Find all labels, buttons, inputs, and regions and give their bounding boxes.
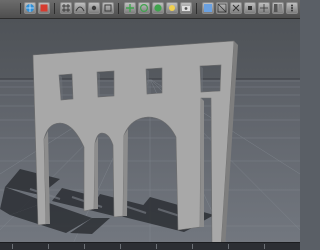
ruler-tick [192,244,193,249]
panel-layout-icon[interactable] [272,2,284,14]
3d-viewport[interactable] [0,19,300,250]
ruler-tick [156,244,157,249]
snap-view-icon[interactable] [102,2,114,14]
viewport-scene [0,19,300,250]
render-globe-icon[interactable] [24,2,36,14]
ruler-tick [228,244,229,249]
grid-toggle-icon[interactable] [258,2,270,14]
display-mode-icon[interactable] [202,2,214,14]
snap-grid-icon[interactable] [60,2,72,14]
render-settings-icon[interactable] [38,2,50,14]
timeline-ruler[interactable] [0,242,300,250]
ruler-tick [264,244,265,249]
3d-app-window [0,0,300,250]
ruler-tick [48,244,49,249]
wireframe-icon[interactable] [216,2,228,14]
toolbar-separator [20,3,21,14]
overflow-icon[interactable] [286,2,298,14]
toolbar-separator [196,3,197,14]
ruler-tick [84,244,85,249]
camera-icon[interactable] [180,2,192,14]
xray-icon[interactable] [230,2,242,14]
rotate-tool-icon[interactable] [138,2,150,14]
light-icon[interactable] [166,2,178,14]
ruler-tick [12,244,13,249]
isolate-icon[interactable] [244,2,256,14]
toolbar-separator [118,3,119,14]
snap-point-icon[interactable] [88,2,100,14]
snap-curve-icon[interactable] [74,2,86,14]
toolbar-separator [54,3,55,14]
move-tool-icon[interactable] [124,2,136,14]
main-toolbar [0,0,300,19]
ruler-tick [120,244,121,249]
scale-tool-icon[interactable] [152,2,164,14]
